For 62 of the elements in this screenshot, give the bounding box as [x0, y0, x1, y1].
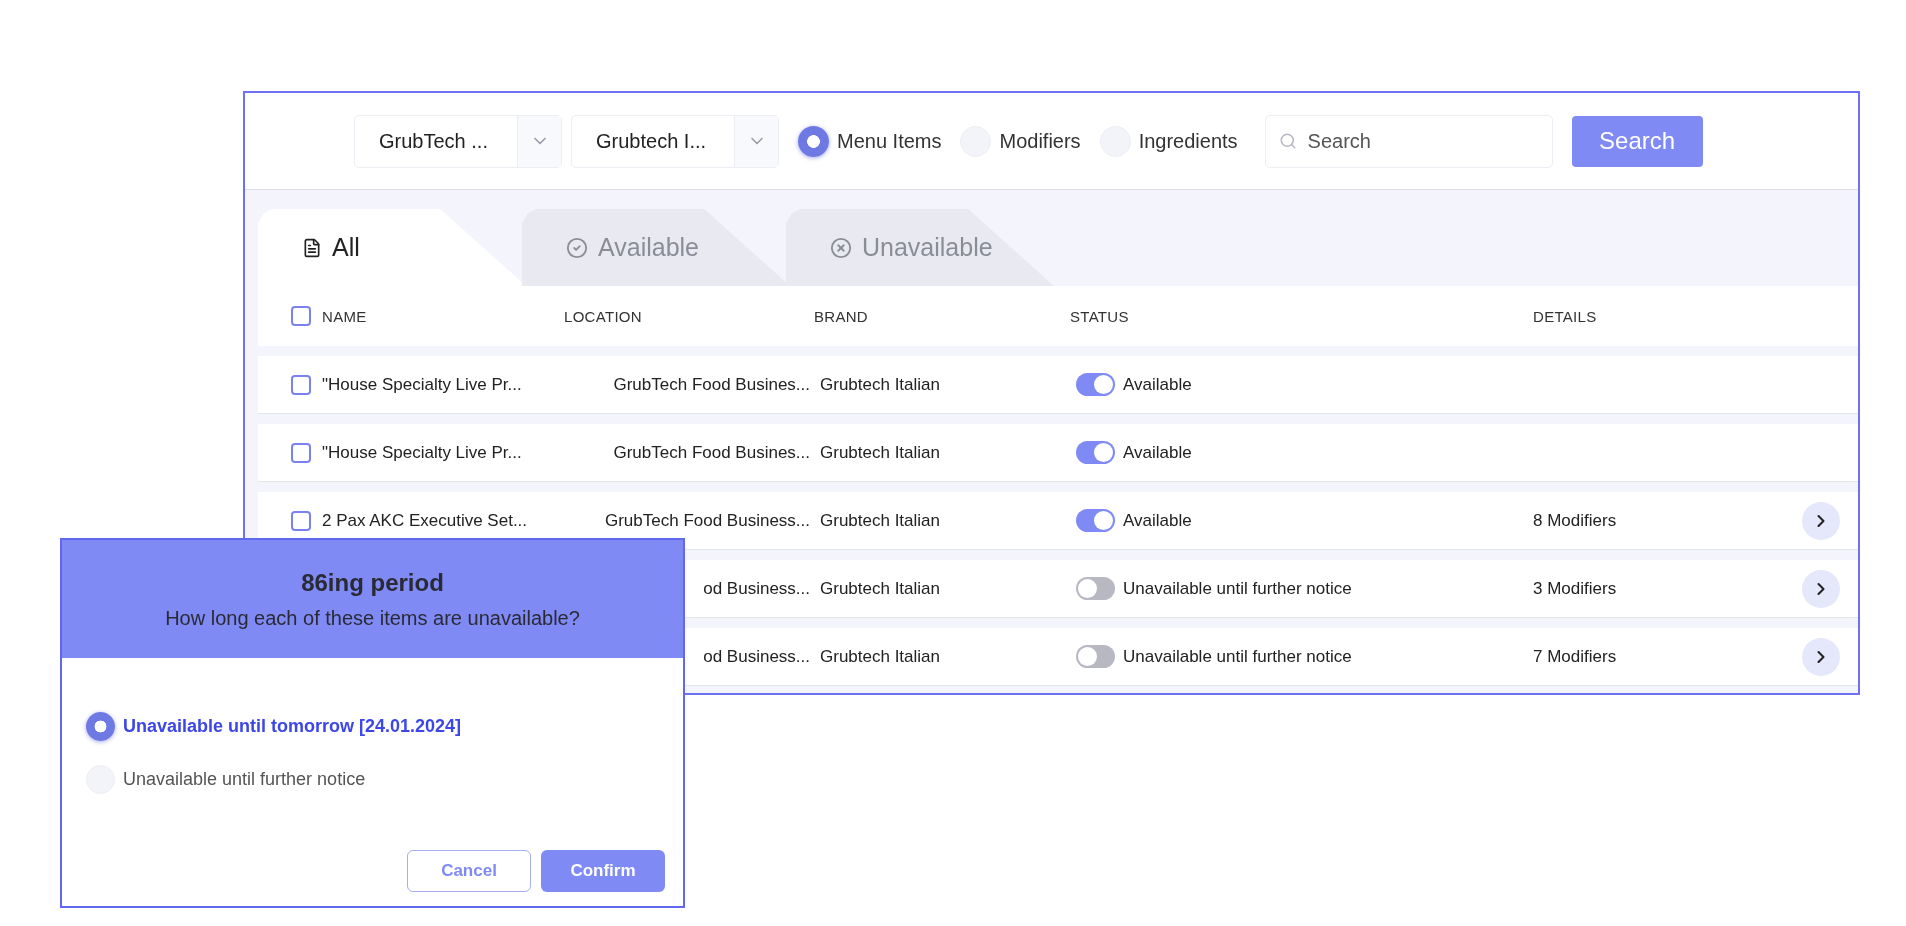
table-cell-text: Grubtech Italian — [819, 442, 941, 463]
dropdown[interactable]: GrubTech ... — [354, 114, 562, 168]
chevron-down-icon — [734, 115, 778, 167]
search-button[interactable]: Search — [1571, 115, 1703, 167]
checkbox[interactable] — [291, 374, 311, 395]
chevron-right-button[interactable] — [1802, 501, 1840, 540]
check-circle-icon — [566, 236, 588, 259]
option-label: Unavailable until tomorrow [24.01.2024] — [123, 716, 462, 737]
cancel-button[interactable]: Cancel — [407, 850, 531, 892]
table-cell-text: Grubtech Italian — [819, 646, 941, 667]
table-cell-text: 3 Modifiers — [1533, 578, 1618, 599]
radio-button[interactable] — [798, 125, 829, 157]
radio-label: Ingredients — [1138, 129, 1238, 153]
checkbox[interactable] — [291, 306, 311, 326]
dialog-title: 86ing period — [301, 568, 444, 597]
table-cell-text: Grubtech Italian — [819, 578, 941, 599]
table-cell-text: GrubTech Food Business... — [604, 510, 811, 531]
toggle-switch[interactable] — [1076, 577, 1115, 600]
column-header: DETAILS — [1533, 307, 1598, 325]
dropdown-value: GrubTech ... — [378, 128, 489, 154]
toggle-switch[interactable] — [1076, 441, 1115, 464]
dropdown[interactable]: Grubtech I... — [571, 114, 779, 168]
table-cell-text: 2 Pax AKC Executive Set... — [322, 510, 529, 531]
table-cell-text: Grubtech Italian — [819, 510, 941, 531]
status-label: Available — [1123, 442, 1192, 463]
x-circle-icon — [830, 236, 852, 259]
document-icon — [302, 237, 322, 258]
table-cell-text: 8 Modifiers — [1533, 510, 1618, 531]
dropdown-value: Grubtech I... — [595, 128, 708, 154]
status-label: Unavailable until further notice — [1123, 646, 1352, 667]
table-cell-text: 7 Modifiers — [1533, 646, 1618, 667]
table-cell-text: Grubtech Italian — [819, 374, 941, 395]
table-cell-text: od Business... — [703, 646, 811, 667]
column-header: NAME — [322, 307, 368, 325]
checkbox[interactable] — [291, 510, 311, 531]
toggle-switch[interactable] — [1076, 645, 1115, 668]
table-cell-text: "House Specialty Live Pr... — [322, 374, 523, 395]
checkbox[interactable] — [291, 442, 311, 463]
search-icon — [1278, 131, 1297, 150]
table-cell-text: GrubTech Food Busines... — [613, 374, 811, 395]
option-label: Unavailable until further notice — [123, 769, 366, 790]
chevron-right-button[interactable] — [1802, 569, 1840, 608]
tab[interactable]: Unavailable — [786, 209, 1054, 286]
chevron-right-button[interactable] — [1802, 637, 1840, 676]
table-cell-text: GrubTech Food Busines... — [613, 442, 811, 463]
status-label: Unavailable until further notice — [1123, 578, 1352, 599]
table-cell-text: od Business... — [703, 578, 811, 599]
dialog-subtitle: How long each of these items are unavailable? — [165, 606, 580, 630]
table-cell-text: "House Specialty Live Pr... — [322, 442, 523, 463]
column-header: BRAND — [814, 307, 869, 325]
column-header: LOCATION — [564, 307, 643, 325]
column-header: STATUS — [1070, 307, 1130, 325]
confirm-button[interactable]: Confirm — [541, 850, 665, 892]
toggle-switch[interactable] — [1076, 509, 1115, 532]
status-label: Available — [1123, 374, 1192, 395]
toggle-switch[interactable] — [1076, 373, 1115, 396]
radio-label: Menu Items — [837, 129, 942, 153]
search-field[interactable]: Search — [1264, 114, 1553, 168]
status-label: Available — [1123, 510, 1192, 531]
radio-label: Modifiers — [999, 129, 1081, 153]
radio-button[interactable] — [86, 712, 115, 741]
chevron-down-icon — [517, 115, 561, 167]
